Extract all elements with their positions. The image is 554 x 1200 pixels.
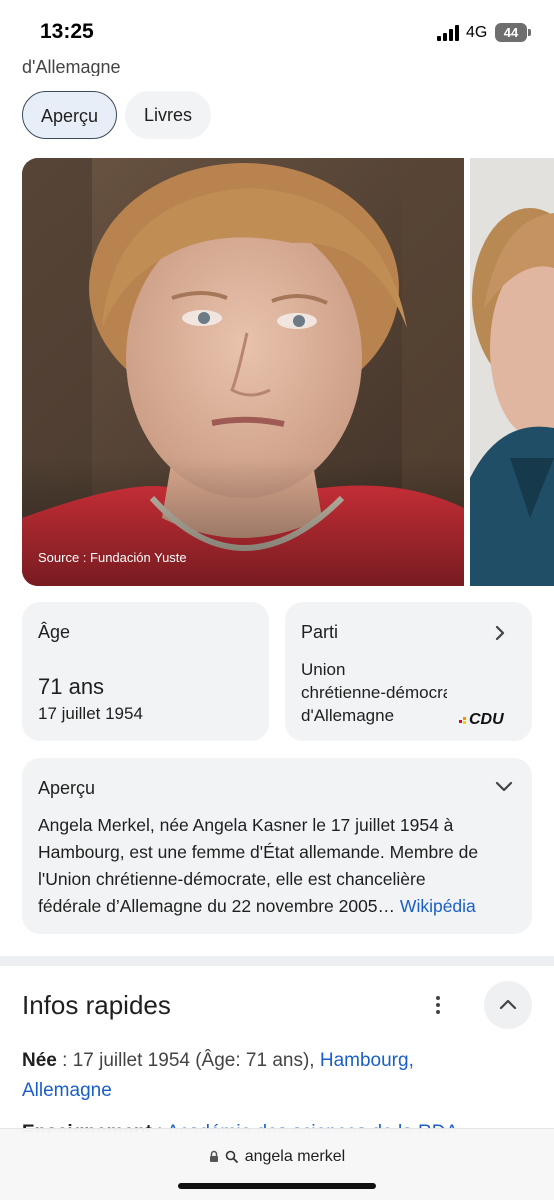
url-address[interactable]: angela merkel	[0, 1148, 554, 1166]
section-divider	[0, 956, 554, 966]
fact-born: Née : 17 juillet 1954 (Âge: 71 ans), Ham…	[22, 1050, 414, 1101]
party-card[interactable]: Parti Union chrétienne-démocrate d'Allem…	[285, 602, 532, 741]
tab-livres[interactable]: Livres	[125, 91, 211, 139]
portrait-image[interactable]: Source : Fundación Yuste	[22, 158, 464, 586]
cdu-logo: CDU	[457, 708, 519, 728]
image-source: Source : Fundación Yuste	[38, 550, 187, 565]
url-bar[interactable]: angela merkel	[0, 1128, 554, 1200]
search-icon	[225, 1150, 239, 1163]
more-options-icon[interactable]	[428, 994, 448, 1016]
network-type: 4G	[466, 24, 488, 41]
allemagne-link[interactable]: Allemagne	[22, 1080, 112, 1101]
wikipedia-link[interactable]: Wikipédia	[400, 896, 476, 916]
age-value: 71 ans	[38, 674, 105, 699]
svg-text:CDU: CDU	[469, 711, 504, 728]
url-query: angela merkel	[244, 1148, 346, 1165]
battery-tip	[528, 29, 531, 36]
collapse-button[interactable]	[484, 981, 532, 1029]
battery-icon: 44	[495, 23, 527, 42]
overview-label: Aperçu	[38, 778, 96, 798]
chevron-right-icon	[495, 625, 505, 641]
status-bar: 13:25 4G 44	[0, 0, 554, 64]
lock-icon	[209, 1150, 218, 1162]
hambourg-link[interactable]: Hambourg,	[320, 1050, 414, 1071]
quick-facts-title: Infos rapides	[22, 990, 171, 1020]
home-indicator	[178, 1183, 376, 1189]
page-title-fragment: d'Allemagne	[22, 57, 121, 76]
party-name: Union chrétienne-démocrate d'Allemagne	[301, 660, 447, 725]
portrait-image-2[interactable]	[470, 158, 554, 586]
signal-icon	[437, 25, 461, 41]
overview-text: Angela Merkel, née Angela Kasner le 17 j…	[38, 815, 479, 916]
age-card[interactable]: Âge 71 ans 17 juillet 1954	[22, 602, 269, 741]
chevron-up-icon	[499, 999, 517, 1010]
status-time: 13:25	[40, 20, 94, 43]
age-label: Âge	[38, 622, 71, 642]
party-label: Parti	[301, 622, 339, 642]
birth-date: 17 juillet 1954	[38, 704, 143, 723]
tab-apercu[interactable]: Aperçu	[22, 91, 117, 139]
chevron-down-icon[interactable]	[494, 777, 514, 795]
overview-card[interactable]: Aperçu Angela Merkel, née Angela Kasner …	[22, 758, 532, 934]
